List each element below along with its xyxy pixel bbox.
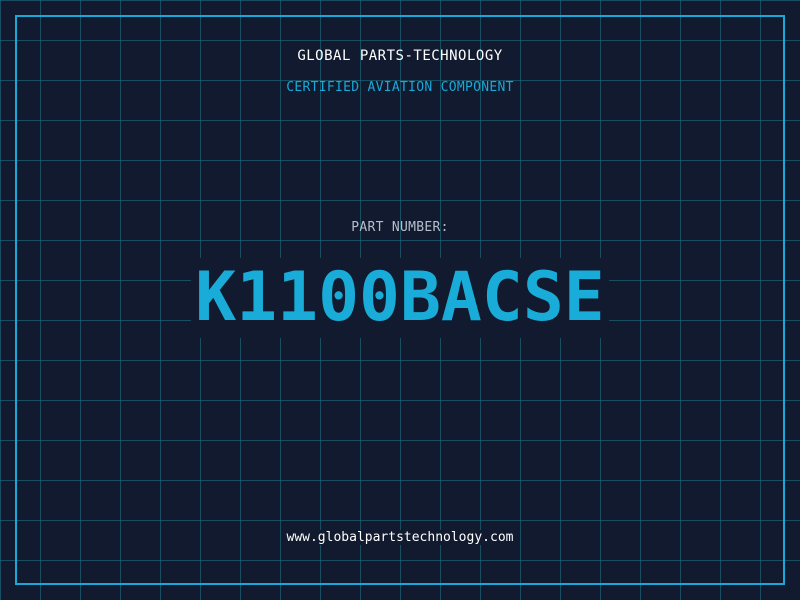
certification-subtitle: CERTIFIED AVIATION COMPONENT bbox=[286, 80, 514, 95]
company-name: GLOBAL PARTS-TECHNOLOGY bbox=[297, 48, 503, 64]
part-number-value: K1100BACSE bbox=[191, 258, 609, 338]
footer: www.globalpartstechnology.com bbox=[0, 530, 800, 545]
part-number-label: PART NUMBER: bbox=[351, 220, 449, 235]
website-url[interactable]: www.globalpartstechnology.com bbox=[284, 530, 516, 545]
part-number-container: K1100BACSE bbox=[0, 258, 800, 338]
